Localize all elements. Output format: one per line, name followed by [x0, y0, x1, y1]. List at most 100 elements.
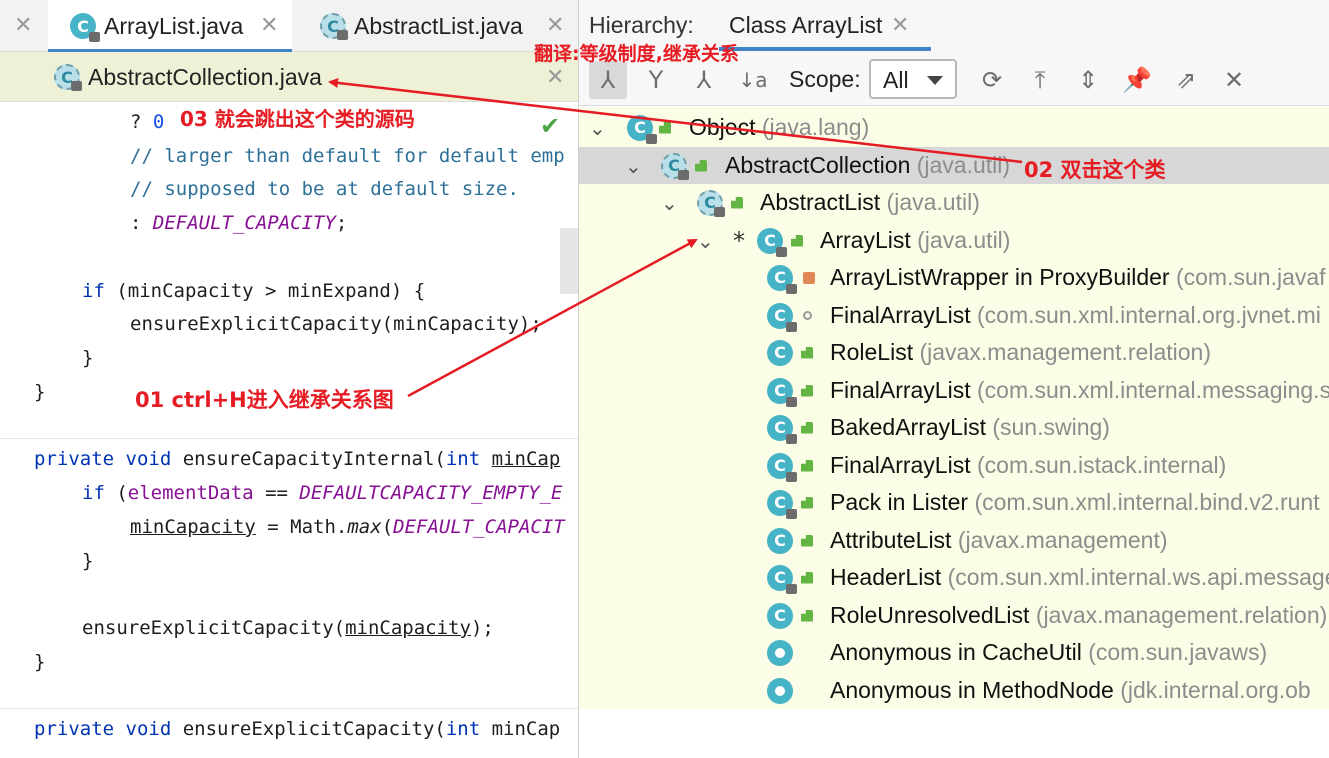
code-line: ? 0	[130, 111, 165, 133]
public-icon	[801, 571, 813, 584]
annotation-step-02: 02 双击这个类	[1024, 158, 1166, 182]
tree-item-subclass[interactable]: Anonymous in CacheUtil (com.sun.javaws)	[579, 634, 1329, 671]
class-icon: C	[767, 602, 793, 629]
class-icon: C	[767, 339, 793, 366]
close-icon[interactable]: ✕	[14, 12, 32, 38]
tree-item-label: AttributeList (javax.management)	[830, 527, 1168, 553]
code-line: }	[34, 381, 46, 403]
tree-item-label: ArrayListWrapper in ProxyBuilder (com.su…	[830, 264, 1326, 290]
editor-scrollbar[interactable]	[560, 228, 578, 294]
public-icon	[801, 609, 813, 622]
active-tab-underline	[719, 47, 931, 51]
supertypes-hierarchy-icon[interactable]: Y	[637, 61, 675, 99]
tree-item-subclass[interactable]: C Pack in Lister (com.sun.xml.internal.b…	[579, 484, 1329, 521]
close-icon[interactable]: ✕	[546, 64, 564, 90]
code-line: if (elementData == DEFAULTCAPACITY_EMPTY…	[82, 482, 563, 504]
class-icon: C	[70, 13, 100, 42]
tree-item-subclass[interactable]: C AttributeList (javax.management)	[579, 522, 1329, 559]
annotation-translation: 翻译:等级制度,继承关系	[534, 43, 739, 65]
checkmark-icon: ✔	[540, 113, 561, 140]
class-icon: C	[767, 302, 797, 332]
chevron-down-icon[interactable]: ⌄	[661, 191, 678, 215]
tree-item-label: BakedArrayList (sun.swing)	[830, 414, 1110, 440]
export-icon[interactable]: ⤒	[1021, 61, 1059, 99]
class-icon: C	[767, 264, 797, 294]
tab-close-left[interactable]: ✕	[0, 0, 48, 52]
subtypes-hierarchy-icon[interactable]: ⅄	[685, 61, 723, 99]
chevron-down-icon[interactable]: ⌄	[625, 154, 642, 178]
code-line: : DEFAULT_CAPACITY;	[130, 212, 348, 234]
public-icon	[695, 159, 707, 172]
close-icon[interactable]: ✕	[891, 12, 909, 38]
close-icon[interactable]: ✕	[546, 12, 564, 38]
class-icon: C	[767, 564, 797, 594]
refresh-icon[interactable]: ⟳	[973, 61, 1011, 99]
code-line: }	[82, 347, 94, 369]
public-icon	[801, 534, 813, 547]
scope-value: All	[883, 67, 909, 93]
annotation-step-03: 03 就会跳出这个类的源码	[180, 107, 415, 131]
tree-item-label: RoleUnresolvedList (javax.management.rel…	[830, 602, 1328, 628]
abstract-class-icon: C	[320, 13, 348, 40]
hierarchy-panel: Hierarchy: Class ArrayList ✕ ⅄ Y ⅄ ↓a ⟳ …	[578, 0, 1329, 758]
tree-item-label: FinalArrayList (com.sun.xml.internal.mes…	[830, 377, 1329, 403]
current-class-marker: *	[733, 226, 745, 255]
tree-item-subclass[interactable]: C RoleUnresolvedList (javax.management.r…	[579, 597, 1329, 634]
public-icon	[801, 346, 813, 359]
tab-class-arraylist[interactable]: Class ArrayList	[729, 12, 882, 39]
tree-item-subclass[interactable]: C ArrayListWrapper in ProxyBuilder (com.…	[579, 259, 1329, 296]
code-line: if (minCapacity > minExpand) {	[82, 280, 426, 302]
anonymous-class-icon	[767, 639, 793, 666]
code-line: }	[34, 651, 46, 673]
open-external-icon[interactable]: ⇗	[1167, 61, 1205, 99]
editor-tab-row-2: C AbstractCollection.java ✕	[0, 52, 578, 102]
tree-item-abstractcollection[interactable]: ⌄ C AbstractCollection (java.util)	[579, 147, 1329, 184]
expand-all-icon[interactable]: ⇕	[1069, 61, 1107, 99]
sort-alphabetically-icon[interactable]: ↓a	[734, 61, 772, 99]
tree-item-subclass[interactable]: C BakedArrayList (sun.swing)	[579, 409, 1329, 446]
tree-item-object[interactable]: ⌄ C Object (java.lang)	[579, 109, 1329, 146]
editor-tab-row: ✕ C ArrayList.java ✕ C AbstractList.java…	[0, 0, 578, 53]
code-line: }	[82, 550, 94, 572]
tab-label: AbstractCollection.java	[88, 63, 322, 90]
tree-item-abstractlist[interactable]: ⌄ C AbstractList (java.util)	[579, 184, 1329, 221]
hierarchy-label: Hierarchy:	[589, 12, 694, 38]
tree-item-arraylist[interactable]: ⌄ * C ArrayList (java.util)	[579, 222, 1329, 259]
type-hierarchy-icon[interactable]: ⅄	[589, 61, 627, 99]
tree-item-subclass[interactable]: Anonymous in MethodNode (jdk.internal.or…	[579, 672, 1329, 709]
code-comment: // larger than default for default emp	[130, 145, 565, 167]
code-line: private void ensureExplicitCapacity(int …	[34, 718, 561, 740]
chevron-down-icon	[927, 76, 943, 85]
chevron-down-icon[interactable]: ⌄	[697, 229, 714, 253]
close-icon[interactable]: ✕	[260, 12, 278, 38]
private-icon	[803, 271, 815, 284]
tree-item-subclass[interactable]: C FinalArrayList (com.sun.istack.interna…	[579, 447, 1329, 484]
tree-item-subclass[interactable]: C RoleList (javax.management.relation)	[579, 334, 1329, 371]
scope-dropdown[interactable]: All	[869, 59, 957, 99]
tree-item-label: Pack in Lister (com.sun.xml.internal.bin…	[830, 489, 1320, 515]
tree-item-label: AbstractCollection (java.util)	[725, 152, 1011, 178]
tree-item-label: HeaderList (com.sun.xml.internal.ws.api.…	[830, 564, 1329, 590]
tab-arraylist-java[interactable]: C ArrayList.java ✕	[48, 0, 292, 53]
tree-item-label: ArrayList (java.util)	[820, 227, 1011, 253]
class-icon: C	[767, 452, 797, 482]
public-icon	[801, 459, 813, 472]
class-icon: C	[757, 227, 787, 257]
public-icon	[801, 421, 813, 434]
class-icon: C	[767, 377, 797, 407]
pin-icon[interactable]: 📌	[1118, 61, 1156, 99]
tree-item-subclass[interactable]: C FinalArrayList (com.sun.xml.internal.m…	[579, 372, 1329, 409]
tree-item-label: FinalArrayList (com.sun.xml.internal.org…	[830, 302, 1321, 328]
method-separator	[0, 438, 578, 439]
tab-abstractcollection-java[interactable]: C AbstractCollection.java ✕	[0, 52, 578, 102]
abstract-class-icon: C	[697, 189, 725, 217]
chevron-down-icon[interactable]: ⌄	[589, 116, 606, 140]
abstract-class-icon: C	[661, 152, 689, 180]
close-icon[interactable]: ✕	[1215, 61, 1253, 99]
tree-item-subclass[interactable]: C HeaderList (com.sun.xml.internal.ws.ap…	[579, 559, 1329, 596]
public-icon	[659, 121, 671, 134]
method-separator	[0, 708, 578, 709]
anonymous-class-icon	[767, 677, 793, 704]
tree-item-subclass[interactable]: C FinalArrayList (com.sun.xml.internal.o…	[579, 297, 1329, 334]
hierarchy-tree[interactable]: ⌄ C Object (java.lang) ⌄ C AbstractColle…	[579, 107, 1329, 709]
